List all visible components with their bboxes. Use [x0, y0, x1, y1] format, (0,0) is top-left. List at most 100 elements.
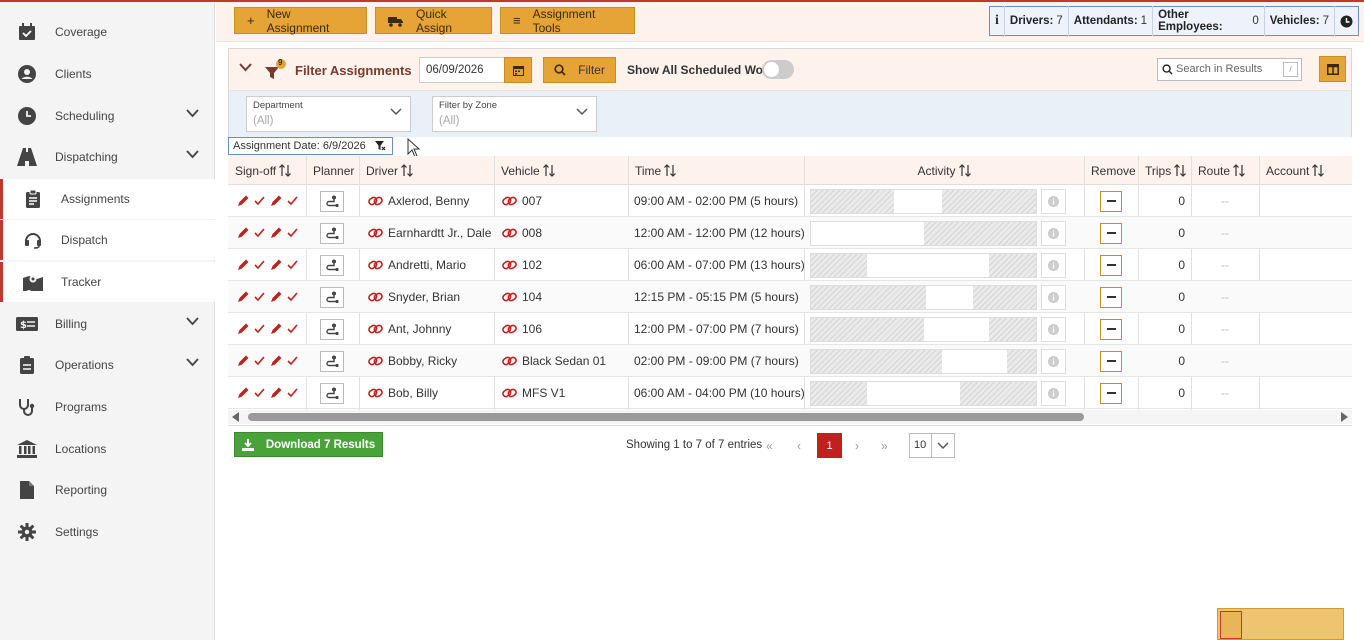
pen-icon[interactable]	[270, 291, 282, 303]
sort-icon[interactable]	[398, 164, 413, 177]
columns-button[interactable]	[1319, 56, 1346, 82]
info-icon[interactable]	[1041, 380, 1066, 406]
quick-assign-button[interactable]: Quick Assign	[375, 7, 492, 35]
info-icon[interactable]	[1041, 220, 1066, 246]
filter-remove-icon[interactable]	[375, 141, 386, 151]
link-icon[interactable]	[502, 259, 517, 271]
clock-icon[interactable]	[1335, 6, 1358, 36]
driver-name[interactable]: Axlerod, Benny	[388, 194, 469, 208]
sidebar-item-dispatching[interactable]: Dispatching	[0, 137, 215, 177]
date-input[interactable]: 06/09/2026	[419, 57, 505, 83]
department-dropdown[interactable]: Department (All)	[246, 96, 411, 132]
link-icon[interactable]	[502, 227, 517, 239]
check-icon[interactable]	[287, 260, 298, 270]
column-header-activity[interactable]: Activity	[804, 156, 1084, 185]
column-header-driver[interactable]: Driver	[366, 156, 413, 185]
sidebar-item-billing[interactable]: $ Billing	[0, 304, 215, 344]
info-icon[interactable]	[1041, 284, 1066, 310]
new-assignment-button[interactable]: + New Assignment	[234, 7, 367, 35]
planner-button[interactable]	[320, 286, 344, 308]
scrollbar-thumb[interactable]	[248, 413, 1084, 421]
info-icon[interactable]	[1041, 348, 1066, 374]
pen-icon[interactable]	[237, 227, 249, 239]
pen-icon[interactable]	[270, 227, 282, 239]
filter-button[interactable]: Filter	[543, 57, 616, 83]
link-icon[interactable]	[368, 291, 383, 303]
sort-icon[interactable]	[1230, 164, 1245, 177]
remove-button[interactable]	[1100, 190, 1122, 212]
info-icon[interactable]: i	[990, 6, 1005, 36]
check-icon[interactable]	[287, 228, 298, 238]
column-header-vehicle[interactable]: Vehicle	[501, 156, 555, 185]
link-icon[interactable]	[368, 387, 383, 399]
sidebar-item-coverage[interactable]: Coverage	[0, 12, 215, 52]
remove-button[interactable]	[1100, 318, 1122, 340]
activity-timeline[interactable]	[810, 189, 1037, 214]
next-page-button[interactable]: ›	[855, 439, 859, 453]
check-icon[interactable]	[254, 292, 265, 302]
show-all-toggle[interactable]	[762, 60, 794, 79]
sort-icon[interactable]	[1171, 164, 1187, 177]
pen-icon[interactable]	[237, 323, 249, 335]
link-icon[interactable]	[368, 323, 383, 335]
calendar-button[interactable]	[504, 57, 532, 83]
pen-icon[interactable]	[237, 355, 249, 367]
search-input[interactable]: Search in Results /	[1157, 58, 1302, 81]
last-page-button[interactable]: »	[881, 439, 888, 453]
check-icon[interactable]	[287, 292, 298, 302]
pen-icon[interactable]	[270, 195, 282, 207]
link-icon[interactable]	[368, 259, 383, 271]
scroll-left-icon[interactable]	[232, 412, 239, 422]
zone-dropdown[interactable]: Filter by Zone (All)	[432, 96, 597, 132]
pen-icon[interactable]	[237, 259, 249, 271]
vehicle-name[interactable]: 104	[522, 290, 542, 304]
column-header-route[interactable]: Route	[1198, 156, 1245, 185]
scroll-right-icon[interactable]	[1341, 412, 1348, 422]
check-icon[interactable]	[287, 196, 298, 206]
remove-button[interactable]	[1100, 286, 1122, 308]
pen-icon[interactable]	[237, 195, 249, 207]
sort-icon[interactable]	[276, 164, 292, 177]
link-icon[interactable]	[368, 227, 383, 239]
planner-button[interactable]	[320, 190, 344, 212]
activity-timeline[interactable]	[810, 285, 1037, 310]
check-icon[interactable]	[254, 228, 265, 238]
check-icon[interactable]	[254, 196, 265, 206]
first-page-button[interactable]: «	[766, 439, 773, 453]
sidebar-item-programs[interactable]: Programs	[0, 387, 215, 427]
info-icon[interactable]	[1041, 316, 1066, 342]
column-header-account[interactable]: Account	[1266, 156, 1325, 185]
column-header-sign-off[interactable]: Sign-off	[235, 156, 292, 185]
sort-icon[interactable]	[540, 164, 555, 177]
sidebar-item-scheduling[interactable]: Scheduling	[0, 96, 215, 136]
check-icon[interactable]	[287, 324, 298, 334]
assignment-tools-button[interactable]: ≡ Assignment Tools	[500, 7, 635, 35]
bottom-widget[interactable]	[1217, 608, 1344, 640]
planner-button[interactable]	[320, 222, 344, 244]
driver-name[interactable]: Earnhardtt Jr., Dale	[388, 226, 491, 240]
remove-button[interactable]	[1100, 382, 1122, 404]
pen-icon[interactable]	[237, 387, 249, 399]
planner-button[interactable]	[320, 318, 344, 340]
column-header-trips[interactable]: Trips	[1145, 156, 1187, 185]
check-icon[interactable]	[254, 260, 265, 270]
pen-icon[interactable]	[270, 355, 282, 367]
check-icon[interactable]	[287, 356, 298, 366]
check-icon[interactable]	[254, 388, 265, 398]
activity-timeline[interactable]	[810, 253, 1037, 278]
planner-button[interactable]	[320, 350, 344, 372]
vehicle-name[interactable]: 106	[522, 322, 542, 336]
sort-icon[interactable]	[661, 164, 677, 177]
download-results-button[interactable]: Download 7 Results	[234, 432, 383, 457]
info-icon[interactable]	[1041, 252, 1066, 278]
vehicle-name[interactable]: Black Sedan 01	[522, 354, 606, 368]
link-icon[interactable]	[502, 355, 517, 367]
chevron-down-icon[interactable]	[239, 63, 252, 72]
check-icon[interactable]	[254, 324, 265, 334]
vehicle-name[interactable]: 008	[522, 226, 542, 240]
check-icon[interactable]	[254, 356, 265, 366]
sidebar-item-reporting[interactable]: Reporting	[0, 470, 215, 510]
driver-name[interactable]: Ant, Johnny	[388, 322, 451, 336]
sidebar-item-clients[interactable]: Clients	[0, 54, 215, 94]
vehicle-name[interactable]: 102	[522, 258, 542, 272]
